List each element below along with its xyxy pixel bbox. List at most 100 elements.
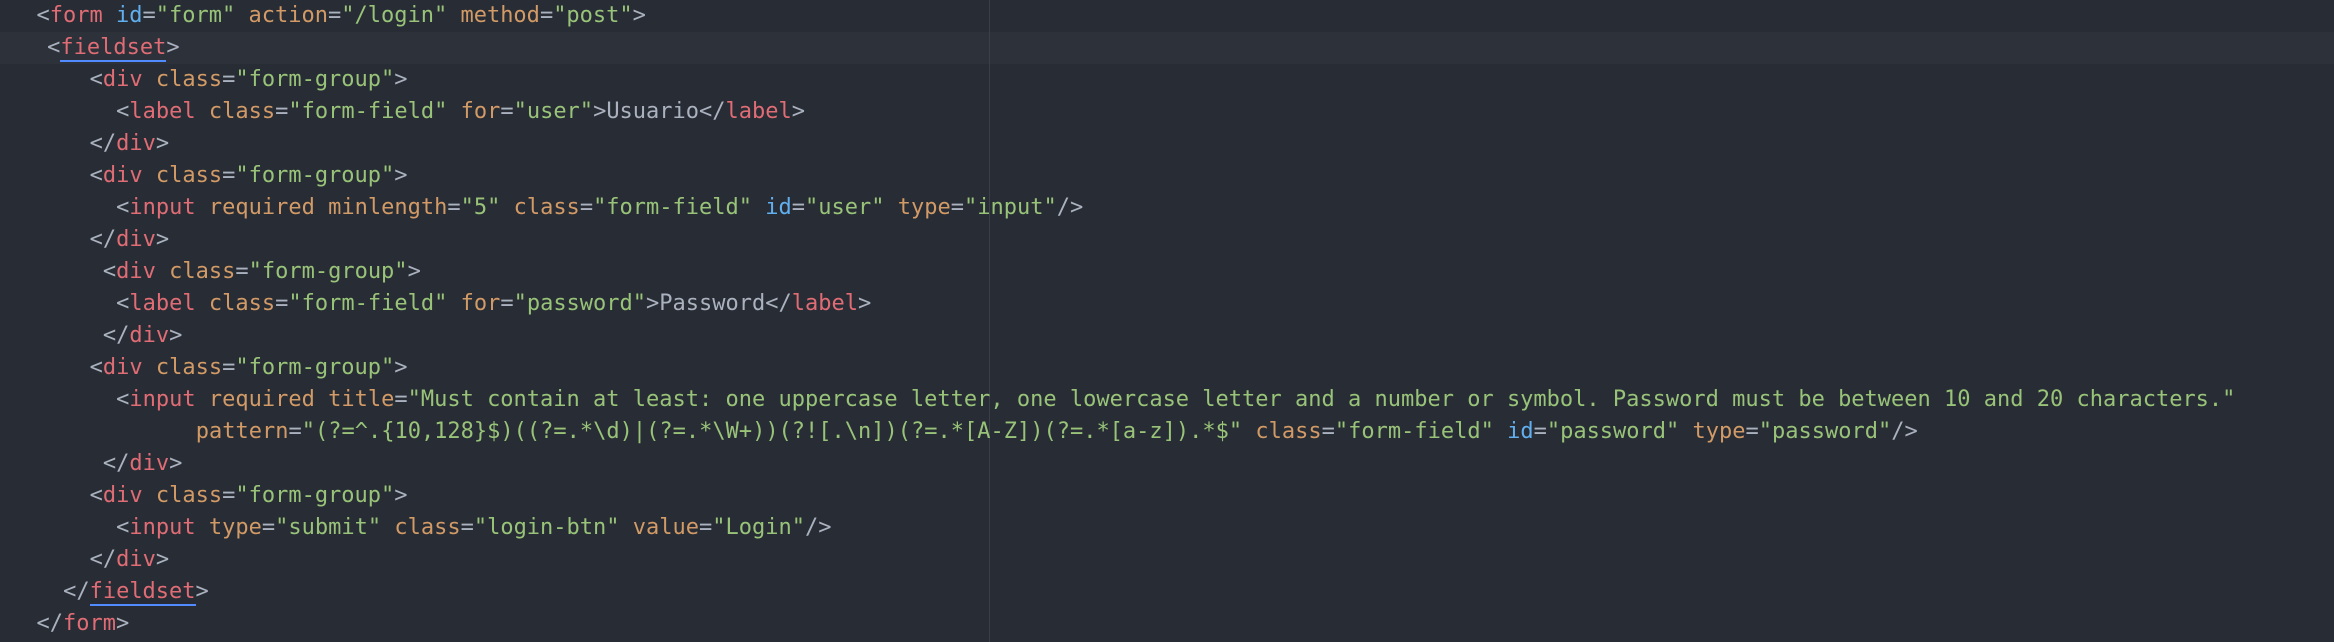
code-token: type (897, 195, 951, 220)
code-token: form (49, 3, 103, 28)
code-line[interactable]: <label class="form-field" for="user">Usu… (116, 96, 805, 128)
code-token: "Must contain at least: one uppercase le… (407, 387, 2236, 412)
code-token: value (632, 515, 700, 540)
code-token: div (116, 547, 156, 572)
code-token: </ (89, 131, 117, 156)
code-token: div (102, 483, 143, 508)
code-token: fieldset (89, 579, 196, 606)
code-line[interactable]: </fieldset> (63, 576, 209, 608)
code-token: = (222, 355, 236, 380)
code-token: = (791, 195, 806, 220)
code-token: "/login" (341, 3, 448, 28)
code-token: "form-group" (235, 163, 395, 188)
code-token: > (155, 547, 170, 572)
code-token: = (327, 3, 342, 28)
code-token: = (699, 515, 713, 540)
code-token: "user" (805, 195, 885, 220)
code-token: < (89, 67, 103, 92)
code-token: pattern (195, 419, 289, 444)
code-token: id (1507, 419, 1534, 444)
code-token: class (394, 515, 461, 540)
code-token: = (235, 259, 249, 284)
code-token: class (208, 99, 276, 124)
code-token: < (89, 163, 103, 188)
code-token: = (261, 515, 276, 540)
code-token: = (222, 483, 236, 508)
code-token: < (102, 259, 117, 284)
code-token: = (1533, 419, 1547, 444)
code-token: > (169, 323, 183, 348)
code-token: Usuario (606, 99, 700, 124)
code-line[interactable]: <input required title="Must contain at l… (116, 384, 2235, 416)
code-token: "5" (460, 195, 501, 220)
code-line[interactable]: </div> (90, 128, 170, 160)
code-token: > (155, 227, 170, 252)
code-token: </ (63, 579, 90, 604)
code-token: "(?=^.{10,128}$)((?=.*\d)|(?=.*\W+))(?![… (301, 419, 1243, 444)
code-token: = (275, 291, 289, 316)
code-line[interactable]: <fieldset> (47, 32, 180, 64)
code-token: label (725, 99, 792, 124)
code-token: > (791, 99, 806, 124)
code-token: class (155, 163, 223, 188)
code-line[interactable]: </div> (103, 320, 183, 352)
code-token: = (500, 99, 514, 124)
code-token: "submit" (275, 515, 382, 540)
code-line[interactable]: <div class="form-group"> (90, 480, 408, 512)
code-token: div (116, 227, 156, 252)
code-token: = (142, 3, 156, 28)
code-line[interactable]: pattern = "(?=^.{10,128}$)((?=.*\d)|(?=.*\… (196, 416, 1918, 448)
code-token: type (1692, 419, 1746, 444)
code-line[interactable]: </div> (103, 448, 183, 480)
code-token: title (328, 387, 395, 412)
code-line[interactable]: <div class="form-group"> (90, 64, 408, 96)
code-token: < (116, 387, 130, 412)
code-token: action (248, 3, 328, 28)
code-token: > (155, 131, 170, 156)
code-token: = (275, 99, 289, 124)
code-token: input (129, 387, 196, 412)
code-token: /> (1891, 419, 1918, 444)
code-token: = (539, 3, 554, 28)
code-line[interactable]: </div> (90, 544, 170, 576)
code-token: > (632, 3, 646, 28)
code-token: = (950, 195, 964, 220)
code-token: "form-group" (235, 355, 395, 380)
code-token: < (47, 35, 61, 60)
code-line[interactable]: <input type="submit" class="login-btn" v… (116, 512, 831, 544)
code-line[interactable]: </div> (90, 224, 170, 256)
code-token: </ (102, 323, 130, 348)
code-token: "form-field" (288, 291, 448, 316)
code-line[interactable]: <input required minlength="5" class="for… (116, 192, 1083, 224)
code-line[interactable]: <div class="form-group"> (90, 160, 408, 192)
code-token: div (129, 323, 170, 348)
code-line[interactable]: <label class="form-field" for="password"… (116, 288, 871, 320)
code-line[interactable]: <form id="form" action="/login" method="… (37, 0, 646, 32)
code-token: id (116, 3, 143, 28)
code-line[interactable]: <div class="form-group"> (103, 256, 421, 288)
code-line[interactable]: </form> (37, 608, 130, 640)
code-editor[interactable]: <form id="form" action="/login" method="… (0, 0, 2334, 642)
code-token: div (102, 163, 143, 188)
code-token: div (129, 451, 170, 476)
code-token: > (394, 483, 408, 508)
code-token: > (169, 451, 183, 476)
code-token: "password" (1758, 419, 1892, 444)
code-token: "post" (553, 3, 633, 28)
code-token: label (129, 291, 196, 316)
code-line[interactable]: <div class="form-group"> (90, 352, 408, 384)
code-token: = (394, 387, 408, 412)
code-token: "password" (1546, 419, 1680, 444)
code-token: "Login" (712, 515, 805, 540)
